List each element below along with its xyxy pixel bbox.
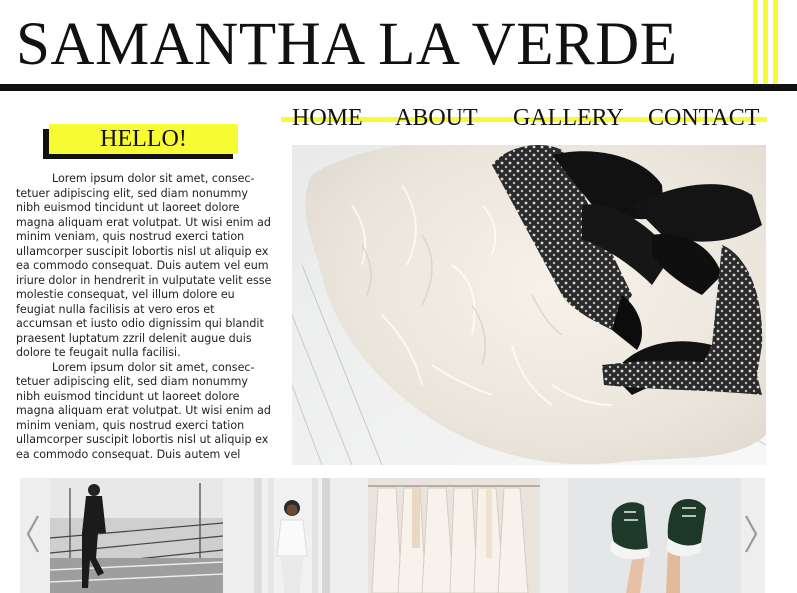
chevron-left-icon[interactable] — [22, 512, 44, 556]
nav-about[interactable]: ABOUT — [395, 104, 478, 132]
hello-badge: HELLO! — [49, 124, 238, 154]
intro-paragraph: Lorem ipsum dolor sit amet, consec-tetue… — [16, 360, 271, 461]
site-title: SAMANTHA LA VERDE — [16, 11, 678, 78]
hero-image — [292, 145, 766, 465]
hero-photo-illustration — [292, 145, 766, 465]
gallery-thumbnail[interactable] — [568, 478, 741, 593]
gallery-thumbnail[interactable] — [254, 478, 330, 593]
intro-paragraph: Lorem ipsum dolor sit amet, consec-tetue… — [16, 172, 272, 359]
gallery-thumbnail[interactable] — [368, 478, 540, 593]
accent-stripe — [753, 0, 758, 84]
nav-home[interactable]: HOME — [292, 104, 363, 132]
chevron-right-icon[interactable] — [740, 512, 762, 556]
nav-gallery[interactable]: GALLERY — [513, 104, 624, 132]
accent-stripe — [773, 0, 778, 84]
gallery-thumbnail[interactable] — [50, 478, 223, 593]
intro-text: Lorem ipsum dolor sit amet, consec-tetue… — [16, 172, 274, 462]
header-rule — [0, 84, 797, 91]
accent-stripe — [763, 0, 768, 84]
nav-contact[interactable]: CONTACT — [648, 104, 759, 132]
